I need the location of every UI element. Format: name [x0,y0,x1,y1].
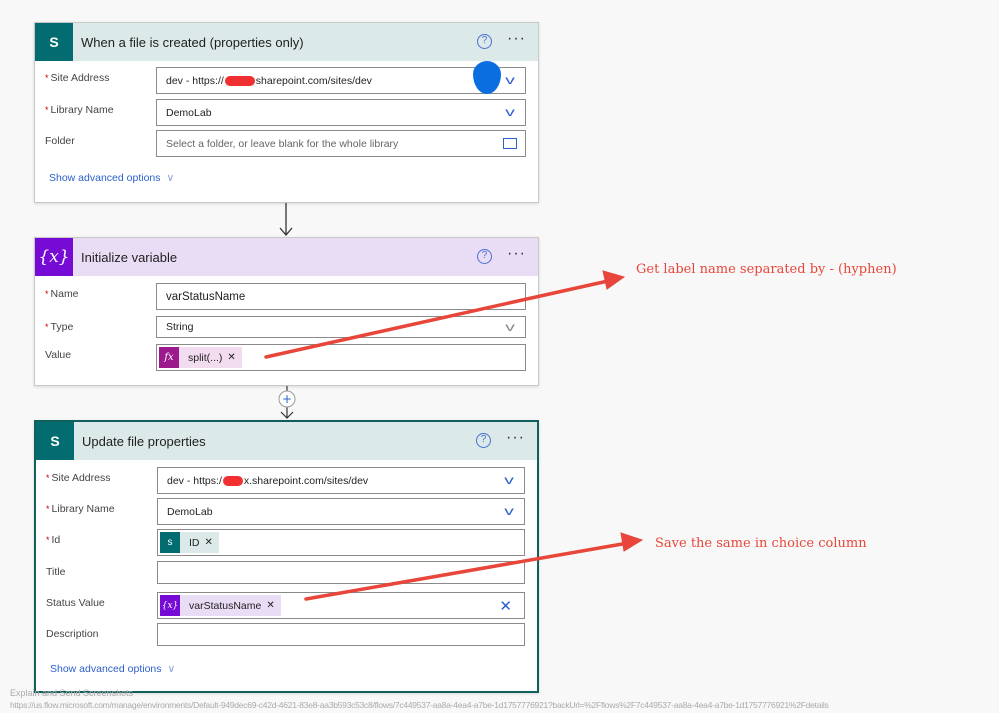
annotation-arrow-2 [304,541,630,601]
annotation-second: Save the same in choice column [655,536,867,551]
arrowhead [620,532,644,552]
arrowhead [602,270,626,290]
annotation-arrows [264,270,644,601]
footer-title: Explain and Send Screenshots [10,688,134,698]
annotation-first: Get label name separated by - (hyphen) [636,262,897,277]
annotation-arrow-1 [264,279,610,359]
footer-url[interactable]: https://us.flow.microsoft.com/manage/env… [10,700,829,710]
